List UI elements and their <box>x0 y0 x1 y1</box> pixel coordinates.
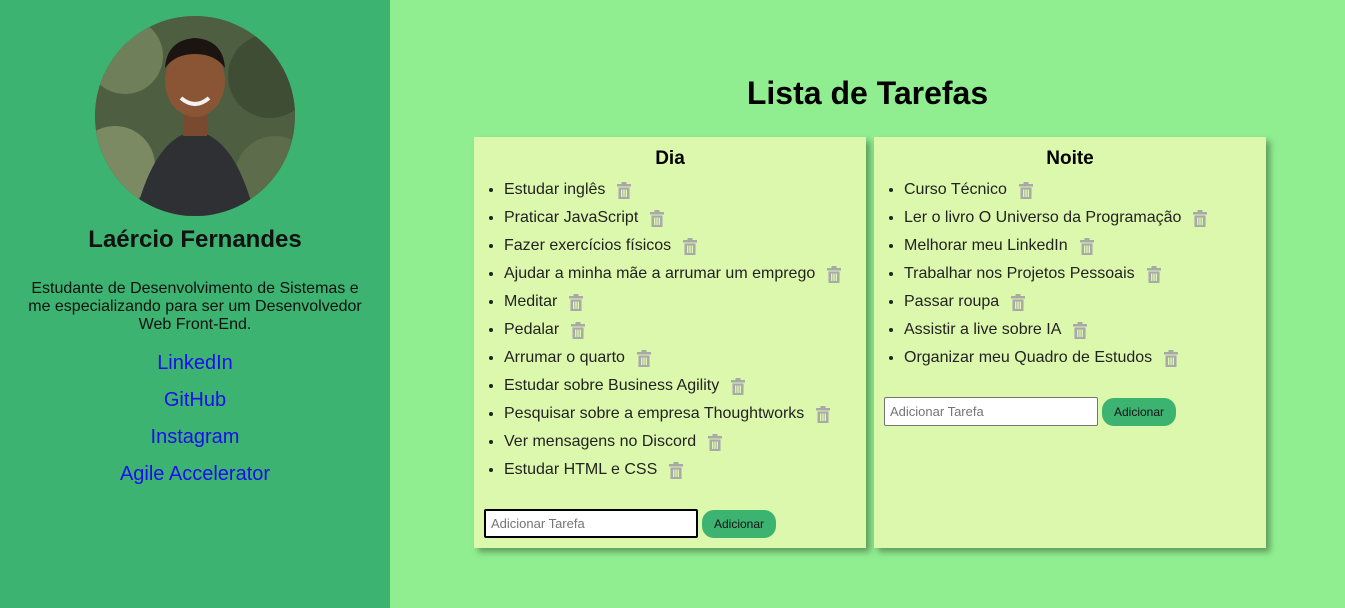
task-item: Ver mensagens no Discord <box>504 431 866 459</box>
task-item: Arrumar o quarto <box>504 347 866 375</box>
task-label: Trabalhar nos Projetos Pessoais <box>904 265 1135 282</box>
add-task-input-dia[interactable] <box>484 509 698 538</box>
trash-icon[interactable] <box>1164 349 1179 367</box>
trash-icon[interactable] <box>1011 293 1026 311</box>
task-item: Organizar meu Quadro de Estudos <box>904 347 1266 375</box>
task-item: Pesquisar sobre a empresa Thoughtworks <box>504 403 866 431</box>
trash-icon[interactable] <box>731 377 746 395</box>
task-item: Meditar <box>504 291 866 319</box>
avatar <box>95 16 295 216</box>
trash-icon[interactable] <box>816 405 831 423</box>
trash-icon[interactable] <box>650 209 665 227</box>
task-item: Melhorar meu LinkedIn <box>904 235 1266 263</box>
add-task-row-dia: Adicionar <box>484 509 777 538</box>
task-list-dia: Estudar inglês Praticar JavaScript Fazer e… <box>474 179 866 487</box>
add-task-button-noite[interactable]: Adicionar <box>1102 397 1177 426</box>
panel-title-dia: Dia <box>655 148 685 169</box>
task-item: Ler o livro O Universo da Programação <box>904 207 1266 235</box>
trash-icon[interactable] <box>1073 321 1088 339</box>
task-panel-noite: Noite Curso Técnico Ler o livro O Univers… <box>874 137 1266 548</box>
trash-icon[interactable] <box>617 181 632 199</box>
task-item: Estudar HTML e CSS <box>504 459 866 487</box>
task-label: Pesquisar sobre a empresa Thoughtworks <box>504 405 805 422</box>
task-item: Estudar inglês <box>504 179 866 207</box>
trash-icon[interactable] <box>636 349 651 367</box>
task-label: Estudar inglês <box>504 181 606 198</box>
task-label: Ler o livro O Universo da Programação <box>904 209 1182 226</box>
task-item: Estudar sobre Business Agility <box>504 375 866 403</box>
task-label: Estudar sobre Business Agility <box>504 377 720 394</box>
link-instagram[interactable]: Instagram <box>0 424 390 461</box>
task-label: Estudar HTML e CSS <box>504 461 658 478</box>
task-label: Praticar JavaScript <box>504 209 639 226</box>
task-item: Praticar JavaScript <box>504 207 866 235</box>
panel-title-noite: Noite <box>1046 148 1094 169</box>
task-label: Arrumar o quarto <box>504 349 625 366</box>
task-item: Trabalhar nos Projetos Pessoais <box>904 263 1266 291</box>
profile-sidebar: Laércio Fernandes Estudante de Desenvolv… <box>0 0 390 608</box>
add-task-input-noite[interactable] <box>884 397 1098 426</box>
trash-icon[interactable] <box>1018 181 1033 199</box>
task-item: Fazer exercícios físicos <box>504 235 866 263</box>
trash-icon[interactable] <box>1079 237 1094 255</box>
add-task-button-dia[interactable]: Adicionar <box>702 509 777 538</box>
page-title: Lista de Tarefas <box>746 75 989 111</box>
trash-icon[interactable] <box>571 321 586 339</box>
task-item: Passar roupa <box>904 291 1266 319</box>
trash-icon[interactable] <box>569 293 584 311</box>
trash-icon[interactable] <box>708 433 723 451</box>
trash-icon[interactable] <box>1193 209 1208 227</box>
trash-icon[interactable] <box>669 461 684 479</box>
trash-icon[interactable] <box>827 265 842 283</box>
task-item: Assistir a live sobre IA <box>904 319 1266 347</box>
link-github[interactable]: GitHub <box>0 387 390 424</box>
task-item: Ajudar a minha mãe a arrumar um emprego <box>504 263 866 291</box>
task-label: Organizar meu Quadro de Estudos <box>904 349 1153 366</box>
task-label: Curso Técnico <box>904 181 1007 198</box>
link-linkedin[interactable]: LinkedIn <box>0 350 390 387</box>
task-label: Ver mensagens no Discord <box>504 433 697 450</box>
task-list-noite: Curso Técnico Ler o livro O Universo da P… <box>874 179 1266 375</box>
task-label: Melhorar meu LinkedIn <box>904 237 1068 254</box>
trash-icon[interactable] <box>1146 265 1161 283</box>
task-item: Pedalar <box>504 319 866 347</box>
link-agile-accelerator[interactable]: Agile Accelerator <box>0 461 390 498</box>
profile-name: Laércio Fernandes <box>88 226 302 253</box>
task-label: Ajudar a minha mãe a arrumar um emprego <box>504 265 816 282</box>
trash-icon[interactable] <box>683 237 698 255</box>
task-label: Meditar <box>504 293 558 310</box>
task-panel-dia: Dia Estudar inglês Praticar JavaScript Faz… <box>474 137 866 548</box>
profile-links: LinkedIn GitHub Instagram Agile Accelera… <box>0 350 390 498</box>
task-item: Curso Técnico <box>904 179 1266 207</box>
task-label: Pedalar <box>504 321 560 338</box>
task-label: Fazer exercícios físicos <box>504 237 672 254</box>
add-task-row-noite: Adicionar <box>884 397 1177 426</box>
task-label: Passar roupa <box>904 293 1000 310</box>
profile-bio: Estudante de Desenvolvimento de Sistemas… <box>28 280 362 333</box>
task-label: Assistir a live sobre IA <box>904 321 1062 338</box>
